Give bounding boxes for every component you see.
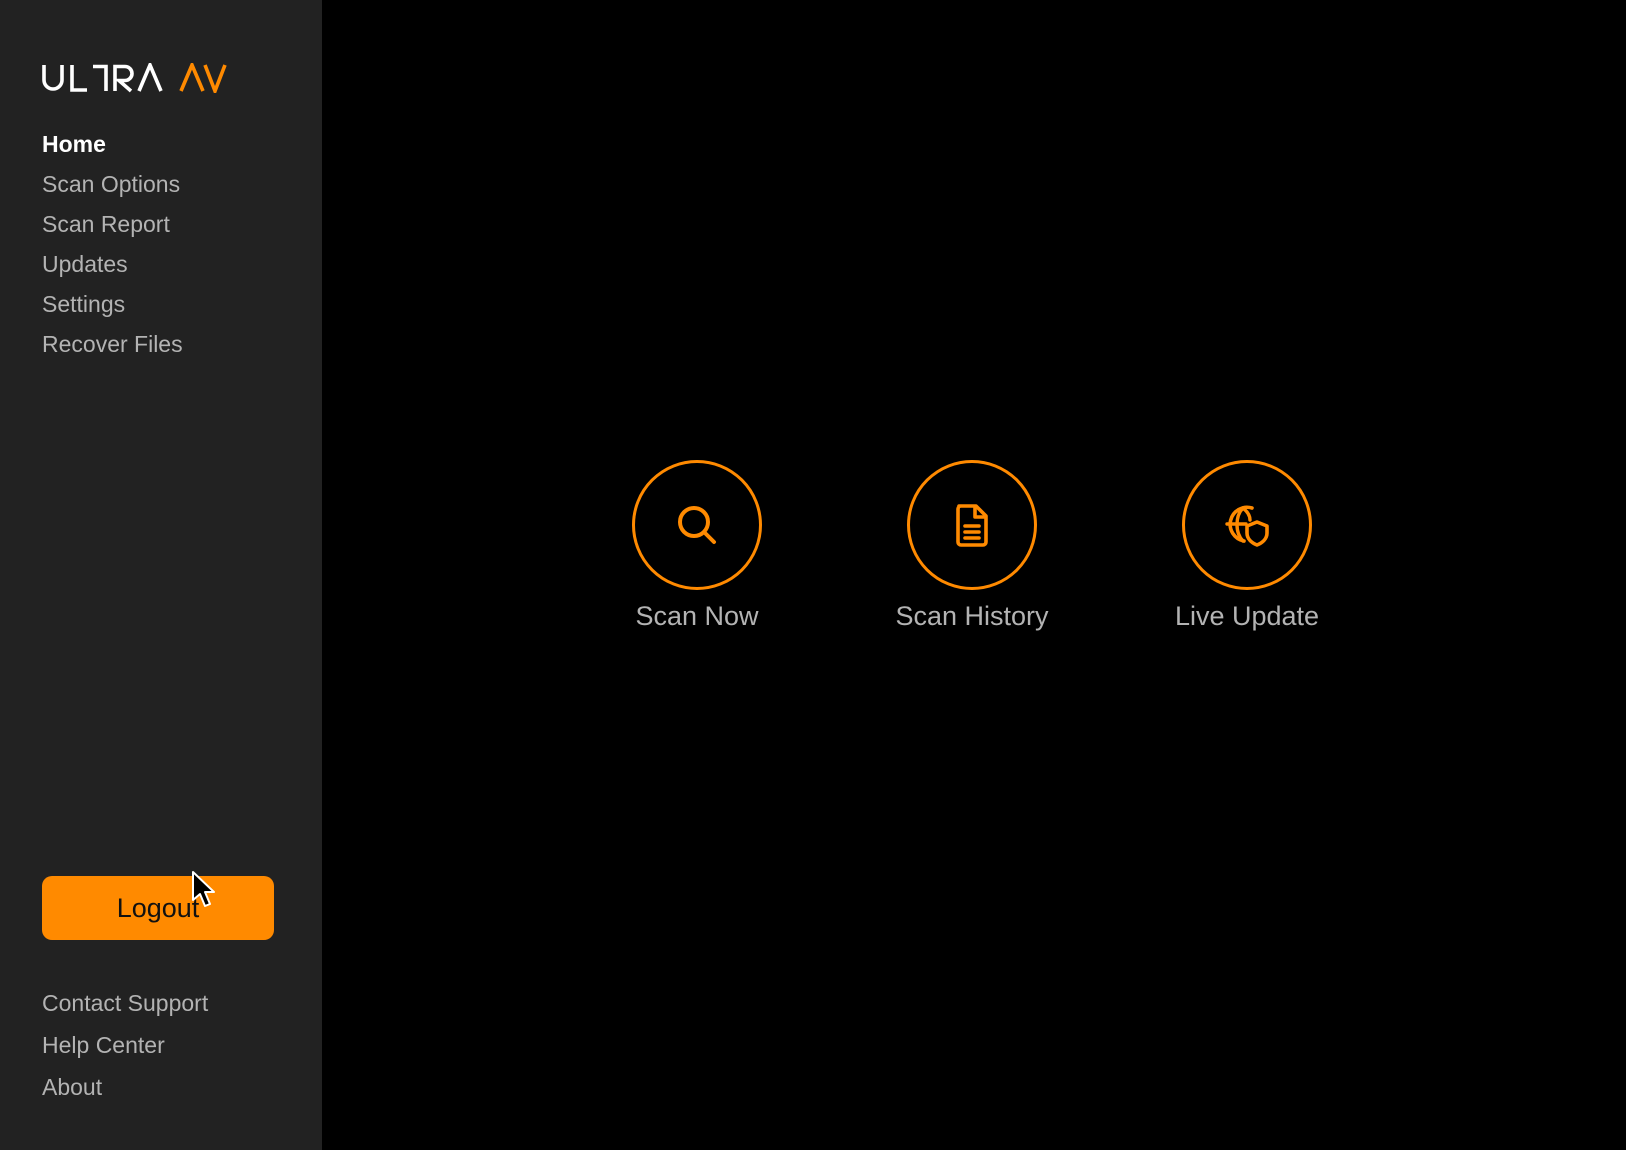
sidebar-item-home[interactable]: Home xyxy=(42,124,183,164)
sidebar-item-scan-options[interactable]: Scan Options xyxy=(42,164,183,204)
sidebar-item-settings[interactable]: Settings xyxy=(42,284,183,324)
brand-logo xyxy=(42,63,228,93)
globe-shield-icon xyxy=(1225,505,1269,547)
scan-history-button[interactable]: Scan History xyxy=(862,460,1082,632)
footer-links: Contact Support Help Center About xyxy=(42,982,208,1108)
live-update-label: Live Update xyxy=(1174,601,1320,631)
document-icon xyxy=(956,504,988,547)
scan-now-label: Scan Now xyxy=(635,601,759,631)
scan-history-label: Scan History xyxy=(895,601,1049,631)
scan-history-ring xyxy=(907,460,1037,590)
help-center-link[interactable]: Help Center xyxy=(42,1024,208,1066)
app-window: Home Scan Options Scan Report Updates Se… xyxy=(0,0,1626,1150)
search-icon xyxy=(678,506,716,544)
about-link[interactable]: About xyxy=(42,1066,208,1108)
scan-now-ring xyxy=(632,460,762,590)
live-update-button[interactable]: Live Update xyxy=(1137,460,1357,632)
live-update-ring xyxy=(1182,460,1312,590)
contact-support-link[interactable]: Contact Support xyxy=(42,982,208,1024)
sidebar-item-updates[interactable]: Updates xyxy=(42,244,183,284)
scan-now-button[interactable]: Scan Now xyxy=(587,460,807,632)
sidebar: Home Scan Options Scan Report Updates Se… xyxy=(0,0,322,1150)
main-panel: Scan Now Scan History Live Update xyxy=(322,0,1626,1150)
sidebar-item-scan-report[interactable]: Scan Report xyxy=(42,204,183,244)
sidebar-item-recover-files[interactable]: Recover Files xyxy=(42,324,183,364)
logout-button[interactable]: Logout xyxy=(42,876,274,940)
sidebar-nav: Home Scan Options Scan Report Updates Se… xyxy=(42,124,183,364)
